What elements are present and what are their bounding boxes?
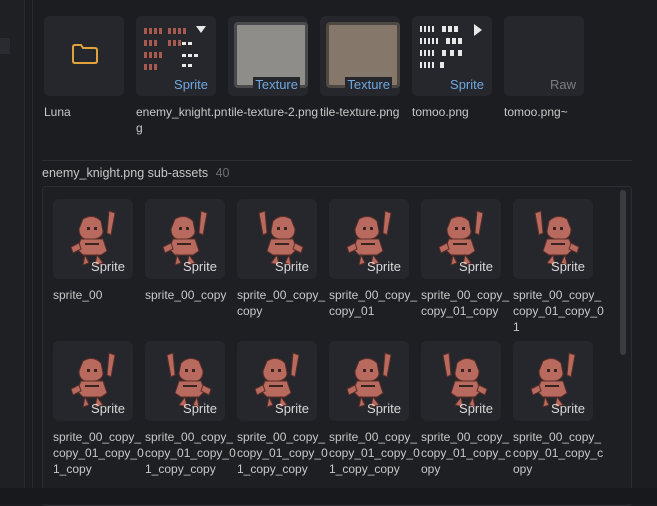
asset-tile-sprite[interactable]: Sprite enemy_knight.png bbox=[136, 16, 227, 136]
asset-thumbnail: Sprite bbox=[136, 16, 216, 96]
sub-asset-type-badge: Sprite bbox=[551, 259, 585, 274]
asset-type-badge: Sprite bbox=[450, 77, 484, 92]
expand-subassets-icon[interactable] bbox=[196, 26, 206, 33]
sub-asset-tile[interactable]: Sprite sprite_00_copy bbox=[145, 199, 227, 303]
sub-asset-type-badge: Sprite bbox=[91, 401, 125, 416]
folder-icon bbox=[72, 44, 98, 64]
sub-asset-thumbnail: Sprite bbox=[237, 199, 317, 279]
sub-asset-thumbnail: Sprite bbox=[421, 199, 501, 279]
asset-tile-raw[interactable]: Raw tomoo.png~ bbox=[504, 16, 588, 120]
asset-label: tile-texture-2.png bbox=[228, 105, 319, 119]
sub-asset-label: sprite_00_copy_copy_01_copy_01_copy bbox=[53, 430, 144, 476]
sub-asset-type-badge: Sprite bbox=[367, 259, 401, 274]
asset-thumbnail bbox=[44, 16, 124, 96]
asset-thumbnail: Texture bbox=[320, 16, 400, 96]
sub-asset-label: sprite_00_copy_copy_01_copy bbox=[421, 288, 510, 318]
sub-asset-label: sprite_00_copy_copy_01_copy_copy bbox=[513, 430, 604, 476]
asset-label: enemy_knight.png bbox=[136, 105, 228, 135]
asset-tile-texture[interactable]: Texture tile-texture.png bbox=[320, 16, 404, 120]
sub-asset-label: sprite_00_copy_copy_01_copy_01_copy_copy bbox=[237, 430, 328, 476]
asset-label: Luna bbox=[44, 105, 71, 119]
sub-asset-label: sprite_00 bbox=[53, 288, 103, 302]
sub-assets-count: 40 bbox=[215, 166, 230, 180]
sub-assets-header: enemy_knight.png sub-assets 40 bbox=[42, 166, 229, 180]
sub-asset-thumbnail: Sprite bbox=[145, 341, 225, 421]
left-panel-edge bbox=[0, 0, 25, 504]
bottom-bar bbox=[0, 488, 657, 504]
section-divider bbox=[42, 160, 632, 161]
expand-subassets-icon[interactable] bbox=[474, 24, 482, 36]
sub-assets-panel: Sprite sprite_00 Sprite sprite_00_copy S… bbox=[42, 186, 632, 506]
asset-type-badge: Sprite bbox=[174, 77, 208, 92]
sub-asset-label: sprite_00_copy bbox=[145, 288, 227, 302]
sub-assets-title: enemy_knight.png sub-assets bbox=[42, 166, 209, 180]
asset-label: tomoo.png bbox=[412, 105, 469, 119]
asset-thumbnail: Texture bbox=[228, 16, 308, 96]
sub-asset-label: sprite_00_copy_copy_01_copy_01_copy_copy bbox=[329, 430, 420, 476]
sub-asset-thumbnail: Sprite bbox=[145, 199, 225, 279]
sub-asset-thumbnail: Sprite bbox=[421, 341, 501, 421]
sub-asset-tile[interactable]: Sprite sprite_00_copy_copy_01_copy_01_co… bbox=[145, 341, 236, 477]
asset-thumbnail: Raw bbox=[504, 16, 584, 96]
sub-asset-type-badge: Sprite bbox=[275, 401, 309, 416]
sub-asset-tile[interactable]: Sprite sprite_00_copy_copy_01_copy_01_co… bbox=[53, 341, 144, 477]
sub-asset-label: sprite_00_copy_copy bbox=[237, 288, 326, 318]
asset-type-badge: Texture bbox=[253, 77, 300, 92]
sub-asset-label: sprite_00_copy_copy_01_copy_01_copy_copy bbox=[145, 430, 236, 476]
sub-asset-type-badge: Sprite bbox=[551, 401, 585, 416]
asset-thumbnail: Sprite bbox=[412, 16, 492, 96]
sub-asset-type-badge: Sprite bbox=[183, 259, 217, 274]
sub-asset-tile[interactable]: Sprite sprite_00_copy_copy_01_copy_copy bbox=[513, 341, 603, 477]
asset-tile-sprite[interactable]: Sprite tomoo.png bbox=[412, 16, 496, 120]
sub-asset-type-badge: Sprite bbox=[367, 401, 401, 416]
sub-asset-tile[interactable]: Sprite sprite_00_copy_copy_01_copy bbox=[421, 199, 509, 319]
sub-asset-type-badge: Sprite bbox=[91, 259, 125, 274]
asset-type-badge: Raw bbox=[549, 77, 576, 92]
sub-asset-tile[interactable]: Sprite sprite_00_copy_copy_01_copy_01_co… bbox=[237, 341, 328, 477]
asset-browser: Luna Sprite enemy_knight.png Texture til… bbox=[26, 0, 657, 506]
asset-tile-folder[interactable]: Luna bbox=[44, 16, 128, 120]
sub-asset-label: sprite_00_copy_copy_01_copy_copy bbox=[421, 430, 512, 476]
asset-type-badge: Texture bbox=[345, 77, 392, 92]
sub-asset-type-badge: Sprite bbox=[275, 259, 309, 274]
sub-asset-thumbnail: Sprite bbox=[53, 199, 133, 279]
sub-asset-tile[interactable]: Sprite sprite_00_copy_copy_01_copy_copy bbox=[421, 341, 511, 477]
sub-asset-label: sprite_00_copy_copy_01_copy_01 bbox=[513, 288, 604, 334]
sub-asset-thumbnail: Sprite bbox=[53, 341, 133, 421]
sub-asset-tile[interactable]: Sprite sprite_00_copy_copy_01 bbox=[329, 199, 417, 319]
sub-asset-thumbnail: Sprite bbox=[513, 341, 593, 421]
sub-asset-tile[interactable]: Sprite sprite_00_copy_copy_01_copy_01_co… bbox=[329, 341, 420, 477]
sub-asset-tile[interactable]: Sprite sprite_00_copy_copy_01_copy_01 bbox=[513, 199, 604, 335]
sub-asset-thumbnail: Sprite bbox=[237, 341, 317, 421]
sub-asset-thumbnail: Sprite bbox=[513, 199, 593, 279]
asset-label: tile-texture.png bbox=[320, 105, 400, 119]
sub-asset-type-badge: Sprite bbox=[459, 259, 493, 274]
sub-asset-tile[interactable]: Sprite sprite_00_copy_copy bbox=[237, 199, 325, 319]
sub-assets-scrollbar[interactable] bbox=[620, 190, 626, 355]
panel-resize-handle[interactable] bbox=[0, 38, 10, 54]
sub-asset-thumbnail: Sprite bbox=[329, 341, 409, 421]
sub-asset-type-badge: Sprite bbox=[183, 401, 217, 416]
sub-asset-label: sprite_00_copy_copy_01 bbox=[329, 288, 418, 318]
sub-asset-type-badge: Sprite bbox=[459, 401, 493, 416]
sub-asset-thumbnail: Sprite bbox=[329, 199, 409, 279]
asset-label: tomoo.png~ bbox=[504, 105, 568, 119]
asset-tile-texture[interactable]: Texture tile-texture-2.png bbox=[228, 16, 318, 120]
sub-asset-tile[interactable]: Sprite sprite_00 bbox=[53, 199, 135, 303]
